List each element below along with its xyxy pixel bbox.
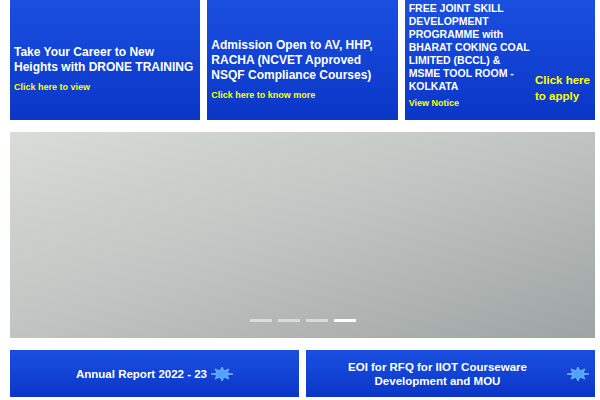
link-label: Annual Report 2022 - 23 bbox=[76, 367, 207, 381]
page: Take Your Career to New Heights with DRO… bbox=[0, 0, 600, 400]
new-badge-icon bbox=[567, 367, 589, 381]
carousel-indicator[interactable] bbox=[334, 319, 356, 322]
banner-title: Take Your Career to New Heights with DRO… bbox=[14, 45, 196, 75]
apply-link[interactable]: Click here to apply bbox=[535, 2, 591, 120]
banner-title: FREE JOINT SKILL DEVELOPMENT PROGRAMME w… bbox=[409, 2, 531, 93]
new-badge-icon bbox=[211, 367, 233, 381]
carousel[interactable] bbox=[10, 132, 595, 338]
link-card[interactable]: Annual Report 2022 - 23 bbox=[10, 350, 299, 397]
banner-link[interactable]: Click here to view bbox=[14, 81, 196, 93]
link-label: EOI for RFQ for IIOT Courseware Developm… bbox=[312, 360, 563, 388]
banner-link[interactable]: Click here to know more bbox=[211, 89, 393, 101]
banner-link[interactable]: View Notice bbox=[409, 97, 531, 109]
carousel-indicators bbox=[10, 319, 595, 322]
link-row: Annual Report 2022 - 23 EOI for RFQ for I… bbox=[10, 350, 595, 397]
banner-card[interactable]: FREE JOINT SKILL DEVELOPMENT PROGRAMME w… bbox=[405, 0, 595, 120]
carousel-indicator[interactable] bbox=[278, 319, 300, 322]
carousel-indicator[interactable] bbox=[250, 319, 272, 322]
banner-title: Admission Open to AV, HHP, RACHA (NCVET … bbox=[211, 38, 393, 83]
link-card[interactable]: EOI for RFQ for IIOT Courseware Developm… bbox=[306, 350, 595, 397]
banner-card[interactable]: Admission Open to AV, HHP, RACHA (NCVET … bbox=[207, 0, 397, 120]
banner-row: Take Your Career to New Heights with DRO… bbox=[10, 0, 595, 120]
carousel-indicator[interactable] bbox=[306, 319, 328, 322]
banner-card[interactable]: Take Your Career to New Heights with DRO… bbox=[10, 0, 200, 120]
